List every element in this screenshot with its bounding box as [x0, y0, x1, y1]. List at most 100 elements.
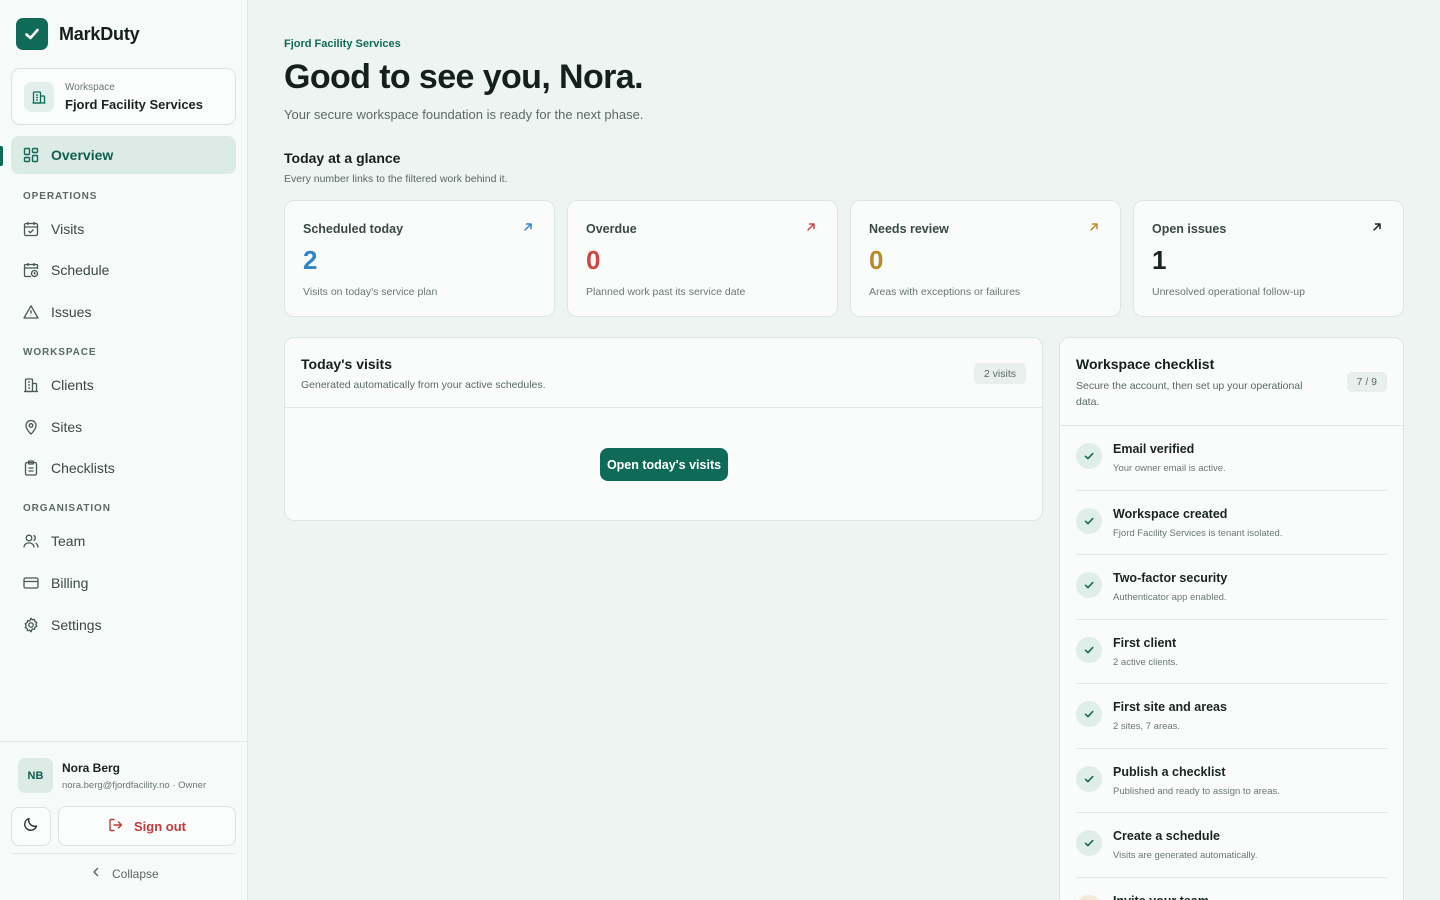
building-icon [23, 377, 39, 393]
pending-icon [1076, 894, 1102, 900]
progress-badge: 7 / 9 [1346, 372, 1387, 392]
stat-value: 1 [1152, 245, 1167, 275]
stat-title: Open issues [1152, 222, 1227, 236]
check-icon [1076, 572, 1102, 598]
workspace-name: Fjord Facility Services [65, 96, 204, 112]
building-icon [24, 81, 54, 112]
sign-out-button[interactable]: Sign out [58, 806, 236, 846]
sidebar-item-visits[interactable]: Visits [11, 210, 236, 248]
moon-icon [23, 816, 39, 837]
arrow-up-right-icon [524, 223, 532, 231]
stat-card-needs-review[interactable]: Needs review 0 Areas with exceptions or … [850, 200, 1121, 317]
map-pin-icon [23, 419, 39, 435]
sidebar-item-label: Visits [51, 221, 85, 237]
checklist-item-name: Email verified [1113, 442, 1195, 456]
count-badge: 2 visits [973, 363, 1026, 384]
stat-card-scheduled-today[interactable]: Scheduled today 2 Visits on today's serv… [284, 200, 555, 317]
sidebar-item-sites[interactable]: Sites [11, 408, 236, 446]
sidebar-item-label: Schedule [51, 262, 110, 278]
checklist-item[interactable]: First client 2 active clients. [1076, 620, 1387, 684]
stat-value: 0 [869, 245, 884, 275]
checklist-item-desc: Fjord Facility Services is tenant isolat… [1113, 527, 1283, 539]
stat-card-overdue[interactable]: Overdue 0 Planned work past its service … [567, 200, 838, 317]
warning-triangle-icon [23, 304, 39, 320]
sidebar-item-label: Billing [51, 575, 89, 591]
credit-card-icon [23, 575, 39, 591]
stat-title: Scheduled today [303, 222, 404, 236]
stat-desc: Unresolved operational follow-up [1152, 286, 1305, 298]
checklist-item-desc: Published and ready to assign to areas. [1113, 785, 1280, 797]
active-nav-indicator [0, 146, 3, 166]
checklist-item-name: Publish a checklist [1113, 764, 1226, 779]
checklist-item[interactable]: Publish a checklist Published and ready t… [1076, 749, 1387, 813]
grid-icon [23, 147, 39, 163]
sidebar-item-label: Clients [51, 377, 94, 393]
stat-desc: Visits on today's service plan [303, 286, 438, 298]
sidebar-item-settings[interactable]: Settings [11, 606, 236, 644]
check-icon [1076, 443, 1102, 469]
nav-section-operations: OPERATIONS [23, 191, 98, 202]
checklist-item[interactable]: Invite your team [1076, 878, 1387, 900]
calendar-check-icon [23, 221, 39, 237]
arrow-up-right-icon [1090, 223, 1098, 231]
sidebar-item-team[interactable]: Team [11, 522, 236, 560]
card-subtitle: Generated automatically from your active… [301, 379, 546, 391]
checklist-item-name: First site and areas [1113, 700, 1227, 714]
user-meta: nora.berg@fjordfacility.no · Owner [62, 779, 207, 791]
gear-icon [23, 617, 39, 633]
todays-visits-card: Today's visits Generated automatically f… [284, 337, 1043, 521]
checklist-item-desc: 2 active clients. [1113, 656, 1178, 668]
sign-out-label: Sign out [134, 818, 186, 834]
sidebar-item-label: Overview [51, 147, 114, 163]
stat-value: 2 [303, 245, 318, 275]
checklist-item-name: Workspace created [1113, 506, 1228, 521]
sidebar-item-checklists[interactable]: Checklists [11, 449, 236, 487]
stat-value: 0 [586, 245, 601, 275]
check-icon [1076, 507, 1102, 534]
page-title: Good to see you, Nora. [284, 58, 644, 96]
checklist-item[interactable]: Create a schedule Visits are generated au… [1076, 813, 1387, 878]
workspace-label: Workspace [65, 81, 115, 93]
card-title: Today's visits [301, 356, 392, 372]
checklist-item[interactable]: Workspace created Fjord Facility Services… [1076, 491, 1387, 555]
stat-card-open-issues[interactable]: Open issues 1 Unresolved operational fol… [1133, 200, 1404, 317]
checklist-item[interactable]: Two-factor security Authenticator app ena… [1076, 555, 1387, 620]
section-title-glance: Today at a glance [284, 150, 401, 166]
open-todays-visits-button[interactable]: Open today's visits [600, 448, 728, 481]
theme-toggle-button[interactable] [11, 807, 51, 846]
arrow-up-right-icon [1373, 223, 1381, 231]
collapse-sidebar-button[interactable]: Collapse [90, 866, 159, 881]
checklist-item[interactable]: Email verified Your owner email is active… [1076, 426, 1387, 491]
sidebar-item-label: Sites [51, 419, 83, 435]
nav-section-workspace: WORKSPACE [23, 347, 97, 358]
org-kicker: Fjord Facility Services [284, 38, 401, 50]
sidebar-item-label: Checklists [51, 460, 115, 476]
clipboard-icon [23, 460, 39, 476]
user-name: Nora Berg [62, 760, 121, 775]
checklist-item[interactable]: First site and areas 2 sites, 7 areas. [1076, 684, 1387, 749]
nav-section-organisation: ORGANISATION [23, 503, 111, 514]
sidebar-item-schedule[interactable]: Schedule [11, 251, 236, 289]
workspace-switcher[interactable]: Workspace Fjord Facility Services [11, 68, 236, 125]
sign-out-icon [108, 817, 124, 836]
check-icon [1076, 701, 1102, 727]
sidebar-item-issues[interactable]: Issues [11, 293, 236, 331]
check-icon [1076, 636, 1102, 663]
avatar: NB [18, 758, 53, 793]
sidebar-item-billing[interactable]: Billing [11, 564, 236, 602]
brand[interactable]: MarkDuty [16, 18, 140, 50]
checklist-items: Email verified Your owner email is active… [1076, 426, 1387, 900]
checklist-item-desc: 2 sites, 7 areas. [1113, 721, 1181, 732]
checklist-item-name: Invite your team [1113, 894, 1209, 900]
sidebar-item-overview[interactable]: Overview [11, 136, 236, 174]
collapse-label: Collapse [112, 866, 159, 881]
calendar-clock-icon [23, 262, 39, 278]
stat-desc: Planned work past its service date [586, 286, 746, 298]
card-title: Workspace checklist [1076, 356, 1215, 372]
sidebar-item-clients[interactable]: Clients [11, 366, 236, 404]
page-subtitle: Your secure workspace foundation is read… [284, 107, 644, 122]
app-name: MarkDuty [59, 23, 140, 44]
user-profile[interactable]: NB Nora Berg nora.berg@fjordfacility.no … [18, 758, 206, 793]
stat-desc: Areas with exceptions or failures [869, 286, 1021, 298]
sidebar: MarkDuty Workspace Fjord Facility Servic… [0, 0, 248, 900]
